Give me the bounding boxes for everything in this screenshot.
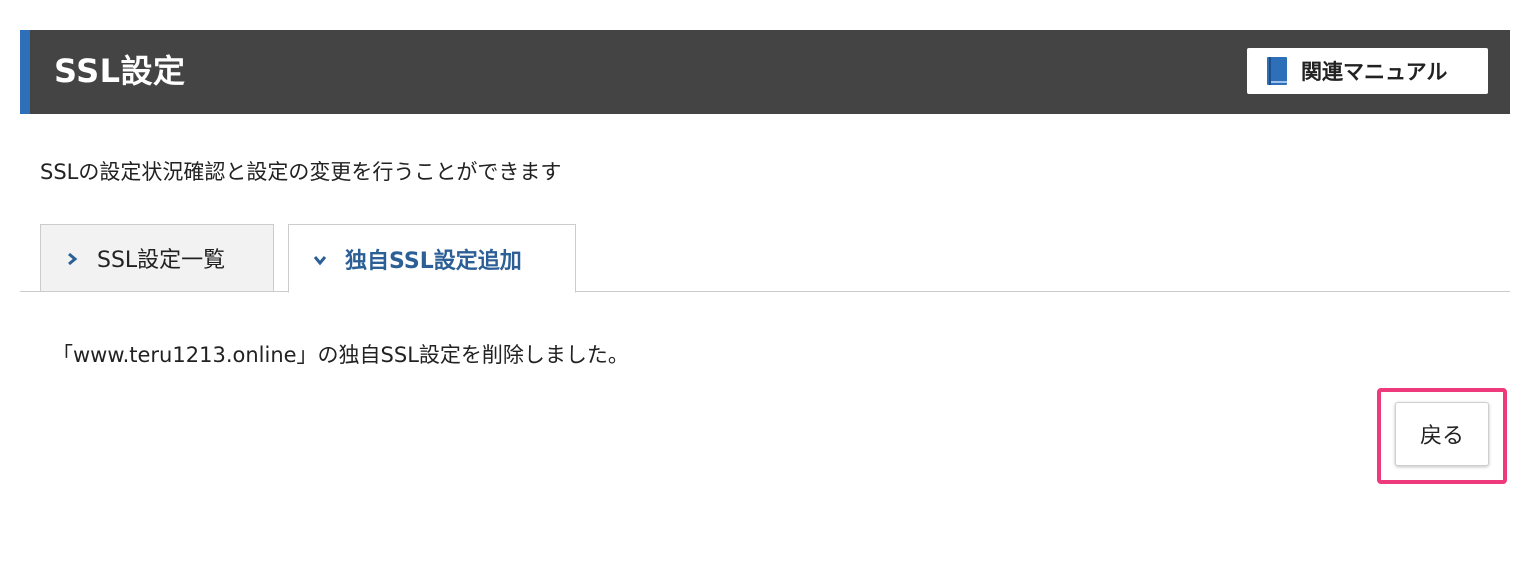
- back-button[interactable]: 戻る: [1395, 402, 1489, 466]
- chevron-down-icon: [313, 252, 327, 266]
- page-header: SSL設定 関連マニュアル: [20, 30, 1510, 114]
- related-manual-button[interactable]: 関連マニュアル: [1247, 48, 1488, 94]
- tab-add-custom-ssl-label: 独自SSL設定追加: [345, 248, 522, 274]
- result-message: 「www.teru1213.online」の独自SSL設定を削除しました。: [52, 343, 629, 367]
- page-title: SSL設定: [54, 52, 186, 90]
- tab-ssl-list[interactable]: SSL設定一覧: [40, 224, 274, 292]
- tab-ssl-list-label: SSL設定一覧: [97, 248, 226, 273]
- chevron-right-icon: [65, 251, 79, 266]
- tab-add-custom-ssl[interactable]: 独自SSL設定追加: [288, 224, 576, 293]
- book-icon: [1267, 57, 1287, 85]
- page-description: SSLの設定状況確認と設定の変更を行うことができます: [40, 160, 562, 184]
- related-manual-label: 関連マニュアル: [1301, 60, 1448, 84]
